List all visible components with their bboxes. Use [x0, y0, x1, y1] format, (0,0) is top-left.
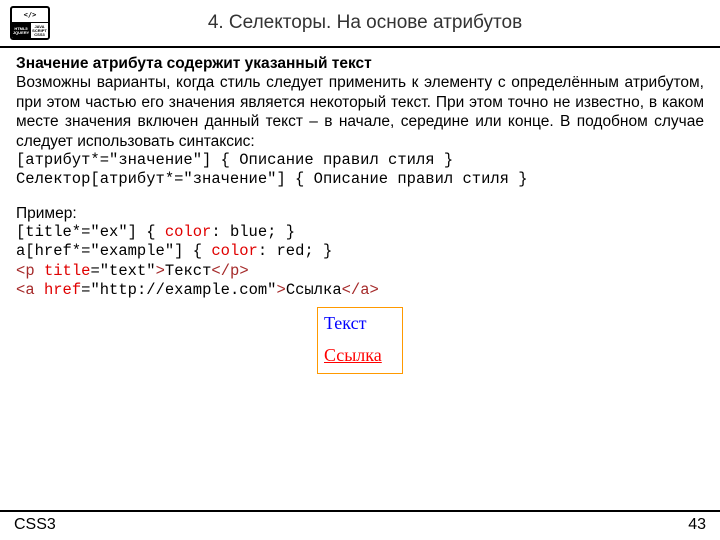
- slide-header: </> HTML5 JQUERY JAVA SCRIPT CSS3 4. Сел…: [0, 0, 720, 44]
- example-html-1: <p title="text">Текст</p>: [16, 262, 704, 281]
- slide-footer: CSS3 43: [0, 510, 720, 534]
- css-prop: color: [165, 223, 212, 241]
- attr-name: title: [44, 262, 91, 280]
- result-preview: Текст Ссылка: [317, 307, 403, 374]
- slide-title: 4. Селекторы. На основе атрибутов: [50, 12, 710, 34]
- logo-icon: </> HTML5 JQUERY JAVA SCRIPT CSS3: [10, 6, 50, 40]
- result-text: Текст: [324, 312, 396, 335]
- footer-left: CSS3: [14, 516, 56, 534]
- page-number: 43: [688, 516, 706, 534]
- example-label: Пример:: [16, 204, 704, 223]
- tag-name: p: [25, 262, 34, 280]
- result-link: Ссылка: [324, 344, 396, 367]
- attr-name: href: [44, 281, 81, 299]
- logo-bl: HTML5 JQUERY: [12, 23, 30, 38]
- paragraph: Возможны варианты, когда стиль следует п…: [16, 73, 704, 151]
- syntax-line-2: Селектор[атрибут*="значение"] { Описание…: [16, 170, 704, 189]
- slide-content: Значение атрибута содержит указанный тек…: [0, 48, 720, 374]
- example-html-2: <a href="http://example.com">Ссылка</a>: [16, 281, 704, 300]
- subheading: Значение атрибута содержит указанный тек…: [16, 54, 704, 73]
- tag-name: a: [25, 281, 34, 299]
- syntax-line-1: [атрибут*="значение"] { Описание правил …: [16, 151, 704, 170]
- logo-top: </>: [12, 8, 48, 23]
- example-css-1: [title*="ex"] { color: blue; }: [16, 223, 704, 242]
- example-css-2: a[href*="example"] { color: red; }: [16, 242, 704, 261]
- divider-bottom: [0, 510, 720, 512]
- css-prop: color: [211, 242, 258, 260]
- logo-br: JAVA SCRIPT CSS3: [30, 23, 48, 38]
